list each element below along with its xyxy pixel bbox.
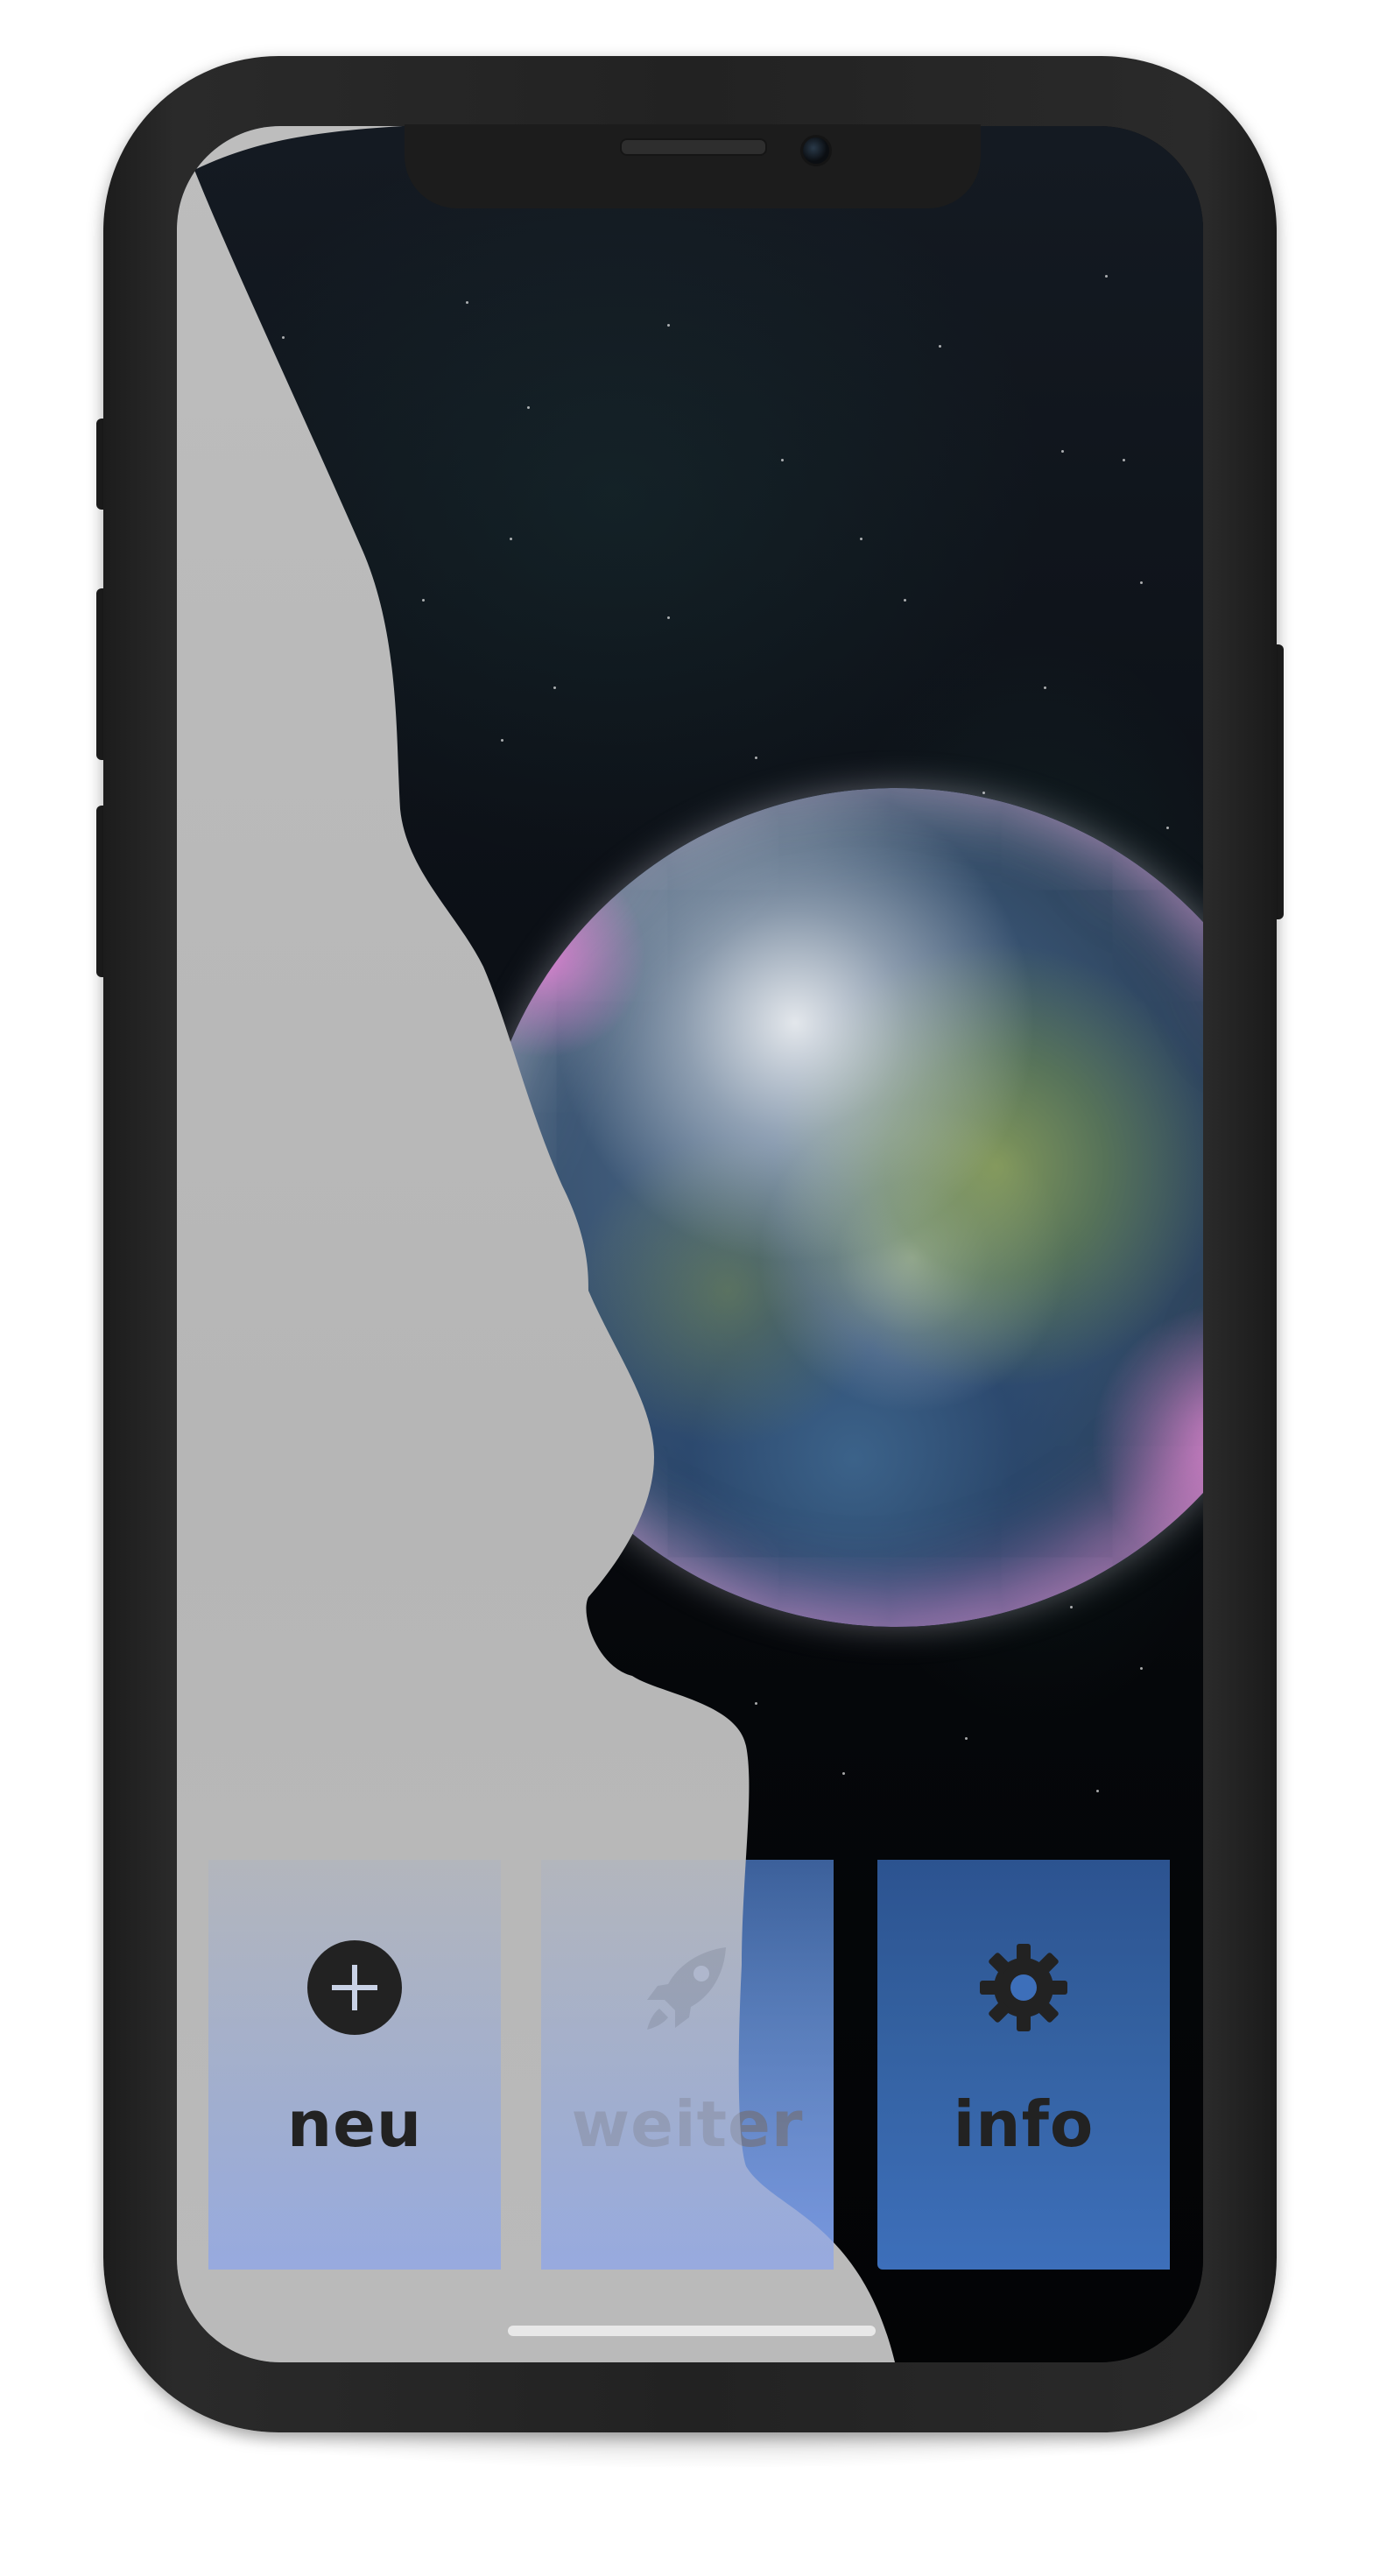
front-camera (800, 135, 832, 166)
tab-label-neu-overlay: neu (286, 2087, 423, 2161)
notch (405, 124, 981, 208)
device-mockup: neu weiter (0, 0, 1394, 2576)
tab-neu[interactable]: neu (208, 1860, 501, 2270)
plus-circle-icon (307, 1940, 402, 2035)
rocket-icon (647, 1947, 726, 2030)
earpiece-speaker (620, 138, 767, 156)
app-screen: neu weiter (177, 126, 1203, 2362)
tab-weiter[interactable]: weiter (541, 1860, 834, 2270)
tab-label-weiter-overlay: weiter (571, 2087, 804, 2161)
home-indicator[interactable] (508, 2326, 876, 2336)
